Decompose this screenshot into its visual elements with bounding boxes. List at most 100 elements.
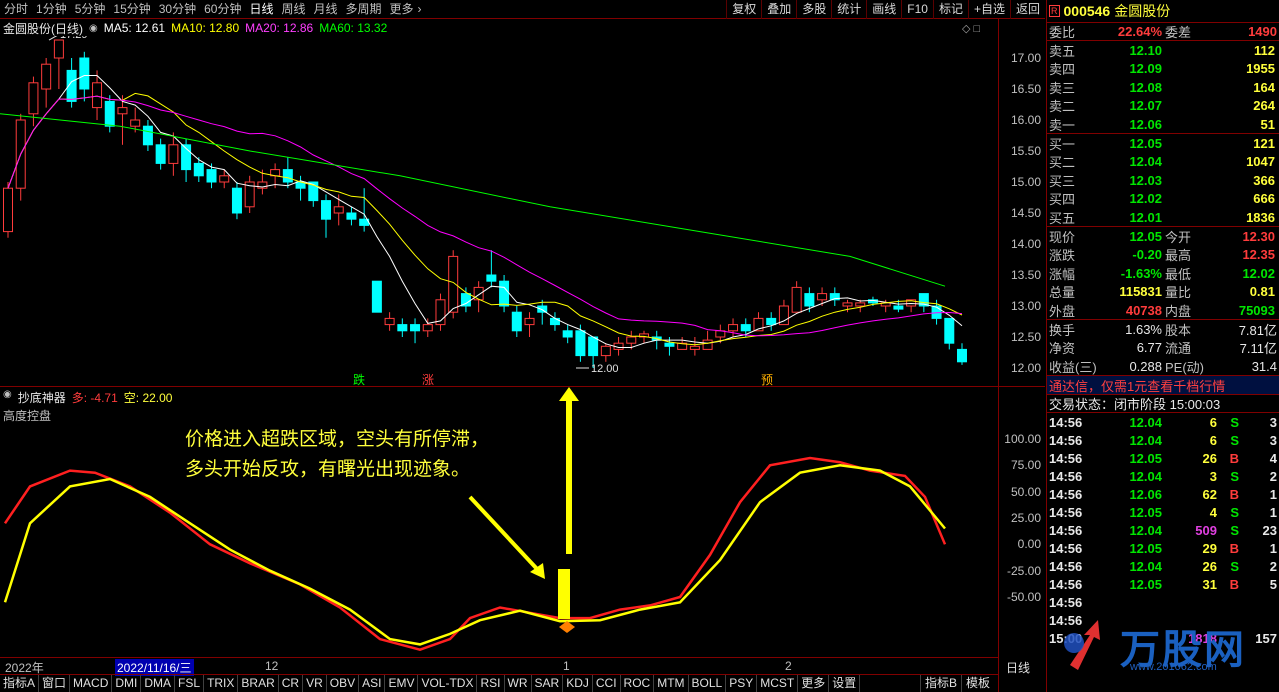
period-tab-5[interactable]: 60分钟 [200, 0, 245, 18]
candle [66, 58, 77, 108]
indicator-tab-23[interactable]: MCST [757, 675, 799, 692]
period-tab-1[interactable]: 1分钟 [32, 0, 71, 18]
chart-annotation: 价格进入超跌区域，空头有所停滞， 多头开始反攻，有曙光出现迹象。 [185, 424, 489, 484]
candle [422, 318, 433, 337]
indicator-tab-18[interactable]: CCI [593, 675, 621, 692]
order-price: 12.02 [1129, 191, 1162, 207]
order-price: 12.08 [1129, 79, 1162, 95]
share-value: 6.77 [1136, 340, 1162, 356]
indicator-tab-13[interactable]: VOL-TDX [418, 675, 478, 692]
promo-banner[interactable]: 通达信，仅需1元查看千档行情 [1047, 376, 1279, 395]
period-tab-3[interactable]: 15分钟 [109, 0, 154, 18]
indicator-axis: 100.00 75.00 50.00 25.00 0.00 -25.00 -50.00 [998, 387, 1045, 657]
time-label-dec: 12 [265, 659, 279, 673]
indicator-tab-7[interactable]: BRAR [238, 675, 279, 692]
indicator-tab-14[interactable]: RSI [477, 675, 505, 692]
share-stat-row: 收益(三) 0.288 PE(动) 31.4 [1047, 357, 1279, 375]
tick-price: 12.04 [1129, 468, 1162, 484]
stat-value: -0.20 [1132, 247, 1162, 263]
period-tab-9[interactable]: 多周期 [342, 0, 386, 18]
candle [511, 306, 522, 337]
indicator-tab-21[interactable]: BOLL [689, 675, 727, 692]
tick-direction: B [1229, 450, 1239, 466]
indicator-tab-17[interactable]: KDJ [563, 675, 593, 692]
toolbar-right: 复权 叠加 多股 统计 画线 F10 标记 +自选 返回 [726, 0, 1045, 19]
tick-direction: B [1229, 576, 1239, 592]
stat-row: 总量 115831 量比 0.81 [1047, 282, 1279, 300]
indicator-tab-25[interactable]: 设置 [829, 675, 861, 692]
tick-time: 14:56 [1049, 522, 1083, 538]
indicator-tab-24[interactable]: 更多 [798, 675, 830, 692]
tick-count: 1 [1269, 504, 1277, 520]
diamond-signal-icon [559, 621, 575, 633]
order-label: 买一 [1049, 137, 1076, 153]
price-chart[interactable]: 17.29 12.00 跌 涨 预 [0, 36, 998, 386]
toolbar-btn-2[interactable]: 多股 [796, 0, 831, 19]
toolbar-btn-4[interactable]: 画线 [866, 0, 901, 19]
indicator-tab-5[interactable]: FSL [175, 675, 205, 692]
tick-volume: 6 [1209, 414, 1217, 430]
indicator-tab-16[interactable]: SAR [532, 675, 564, 692]
toolbar-btn-0[interactable]: 复权 [726, 0, 761, 19]
indicator-tab-2[interactable]: MACD [70, 675, 113, 692]
period-tab-6[interactable]: 日线 [245, 0, 277, 18]
indicator-tab-11[interactable]: ASI [359, 675, 386, 692]
toolbar-btn-3[interactable]: 统计 [831, 0, 866, 19]
chart-settings-icon[interactable]: ◉ [89, 23, 98, 34]
price-tick: 16.50 [1010, 82, 1041, 96]
toolbar-btn-5[interactable]: F10 [901, 0, 933, 19]
bottom-right-tab-0[interactable]: 指标B [920, 675, 961, 692]
indicator-tab-0[interactable]: 指标A [0, 675, 40, 692]
candle [295, 175, 306, 201]
tick-count: 2 [1269, 558, 1277, 574]
stat-label: 总量 [1049, 285, 1076, 301]
indicator-chart[interactable] [0, 387, 998, 657]
watermark-logo: 万股网 www.201062.com [1060, 615, 1279, 675]
time-label-jan: 1 [563, 659, 570, 673]
annotation-arrow-diag [468, 495, 540, 572]
stat-value: 12.05 [1129, 228, 1162, 244]
indicator-tab-10[interactable]: OBV [327, 675, 360, 692]
annotation-line-2: 多头开始反攻，有曙光出现迹象。 [185, 458, 471, 480]
ma20-label: MA20: 12.86 [245, 21, 314, 35]
toolbar-btn-8[interactable]: 返回 [1009, 0, 1045, 19]
stat-label: 现价 [1049, 230, 1076, 245]
share-stats: 换手 1.63% 股本 7.81亿 净资 6.77 流通 7.11亿 收益(三) 0.288 PE(… [1047, 320, 1279, 377]
indicator-tab-3[interactable]: DMI [112, 675, 142, 692]
toolbar-btn-6[interactable]: 标记 [932, 0, 968, 19]
indicator-tab-19[interactable]: ROC [621, 675, 655, 692]
quote-panel: R 000546 金圆股份 委比 22.64% 委差 1490 卖五 12.10 1… [1046, 0, 1279, 692]
period-tab-0[interactable]: 分时 [0, 0, 32, 18]
price-axis: 17.00 16.50 16.00 15.50 15.00 14.50 14.00 13.50… [998, 36, 1045, 386]
indicator-tab-12[interactable]: EMV [385, 675, 419, 692]
share-label: 换手 [1049, 322, 1076, 338]
chart-window-controls[interactable]: ◇ □ [962, 22, 980, 35]
toolbar-btn-7[interactable]: +自选 [967, 0, 1010, 19]
period-tab-2[interactable]: 5分钟 [71, 0, 110, 18]
candle [3, 182, 13, 238]
indicator-tab-15[interactable]: WR [505, 675, 532, 692]
toolbar-btn-1[interactable]: 叠加 [761, 0, 796, 19]
indicator-tab-4[interactable]: DMA [141, 675, 176, 692]
candle [346, 206, 357, 226]
period-label[interactable]: 日线 [1006, 659, 1030, 676]
indicator-tab-22[interactable]: PSY [726, 675, 758, 692]
period-tab-4[interactable]: 30分钟 [155, 0, 200, 18]
order-book-row: 卖一 12.06 51 [1047, 115, 1279, 133]
period-tab-10[interactable]: 更多 [386, 0, 418, 18]
tick-direction: S [1230, 414, 1239, 430]
tick-price: 12.04 [1129, 414, 1162, 430]
price-tick: 13.50 [1010, 268, 1041, 282]
order-book-row: 买二 12.04 1047 [1047, 153, 1279, 171]
period-tab-8[interactable]: 月线 [310, 0, 342, 18]
indicator-tab-20[interactable]: MTM [654, 675, 689, 692]
buy-signal-bar [558, 569, 570, 619]
bottom-right-tab-1[interactable]: 模板 [961, 675, 994, 692]
indicator-tab-9[interactable]: VR [303, 675, 327, 692]
indicator-tab-8[interactable]: CR [279, 675, 304, 692]
indicator-tab-1[interactable]: 窗口 [39, 675, 71, 692]
indicator-tab-6[interactable]: TRIX [204, 675, 239, 692]
promo-text[interactable]: 通达信，仅需1元查看千档行情 [1047, 376, 1225, 395]
tick-time: 14:56 [1049, 540, 1083, 556]
period-tab-7[interactable]: 周线 [277, 0, 309, 18]
